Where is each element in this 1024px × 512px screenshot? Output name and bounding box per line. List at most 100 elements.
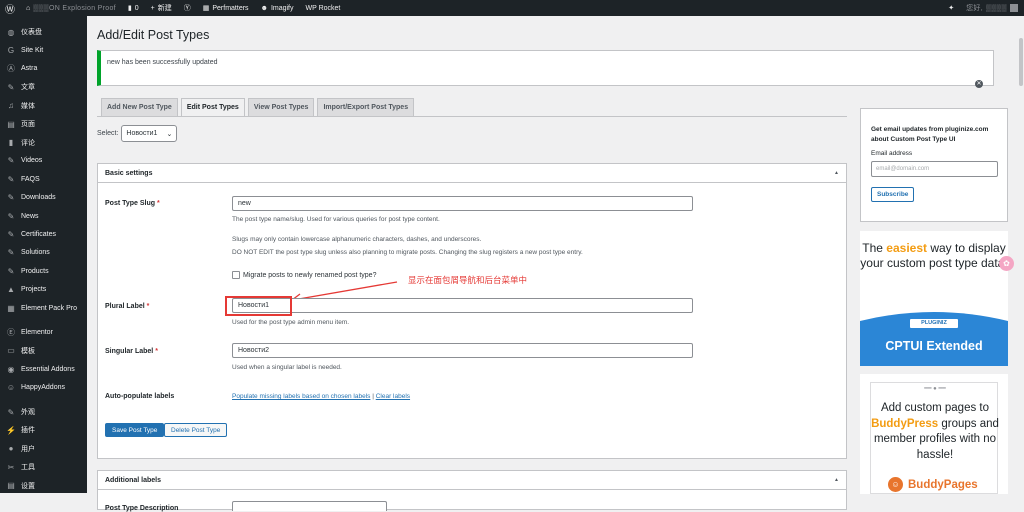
- pin-icon: ✎: [7, 266, 15, 276]
- sidebar-item[interactable]: ✎ 文章: [0, 78, 87, 96]
- populate-labels-link[interactable]: Populate missing labels based on chosen …: [232, 393, 370, 400]
- sidebar-item[interactable]: ● 用户: [0, 440, 87, 458]
- happyaddons-icon: ☺: [6, 383, 16, 393]
- sidebar-item-label: 工具: [21, 464, 35, 472]
- buddypages-logo-text: BuddyPages: [908, 478, 978, 491]
- ad1-wave-shape: [860, 312, 1008, 366]
- sidebar-item[interactable]: ✎ Products: [0, 262, 87, 280]
- sparkle-icon: ✦: [948, 5, 955, 12]
- auto-populate-links: Populate missing labels based on chosen …: [232, 393, 410, 400]
- singular-label-input[interactable]: Новости2: [232, 343, 693, 358]
- home-icon: ⌂: [26, 4, 31, 12]
- sidebar-item-label: 插件: [21, 427, 35, 435]
- post-type-select[interactable]: Новости1 ⌄: [121, 125, 178, 142]
- comments-link[interactable]: ▮ 0: [122, 0, 145, 16]
- sidebar-item[interactable]: ✎ 外观: [0, 403, 87, 421]
- sidebar-item[interactable]: ♫ 媒体: [0, 97, 87, 115]
- sidebar-item-label: 设置: [21, 482, 35, 490]
- sidebar-item-label: 模板: [21, 347, 35, 355]
- sidebar-item-label: 评论: [21, 139, 35, 147]
- sidebar-item[interactable]: ▲ Projects: [0, 280, 87, 298]
- select-value: Новости1: [126, 130, 158, 137]
- wordpress-logo-icon[interactable]: Ⓦ: [0, 0, 20, 16]
- page-icon: ▤: [7, 119, 15, 129]
- sidebar-item[interactable]: ▤ 设置: [0, 476, 87, 494]
- plural-label-text: Plural Label: [105, 303, 145, 310]
- sidebar-item[interactable]: ✎ FAQS: [0, 170, 87, 188]
- yoast-menu[interactable]: Ⓨ: [178, 0, 197, 16]
- account-menu[interactable]: 您好, ▒▒▒▒: [960, 0, 1024, 16]
- tab-add-new-post-type[interactable]: Add New Post Type: [101, 98, 178, 116]
- media-icon: ♫: [8, 101, 14, 111]
- description-input[interactable]: [232, 501, 387, 511]
- sidebar-item[interactable]: ⚡ 插件: [0, 421, 87, 439]
- scrollbar-thumb[interactable]: [1019, 38, 1023, 86]
- collapse-arrow-icon[interactable]: ▲: [834, 170, 839, 176]
- sidebar-item-label: 外观: [21, 409, 35, 416]
- basic-settings-header[interactable]: Basic settings ▲: [98, 164, 846, 183]
- sidebar-item[interactable]: ✎ Solutions: [0, 244, 87, 262]
- tab-view-post-types[interactable]: View Post Types: [247, 98, 315, 116]
- additional-labels-header[interactable]: Additional labels ▲: [98, 471, 846, 490]
- sidebar-item[interactable]: Ⓔ Elementor: [0, 323, 87, 341]
- migrate-checkbox-row[interactable]: Migrate posts to newly renamed post type…: [232, 271, 376, 279]
- sidebar-item[interactable]: ▮ 评论: [0, 133, 87, 151]
- sidebar-item[interactable]: ▤ 页面: [0, 115, 87, 133]
- sidebar-item-label: Element Pack Pro: [21, 304, 78, 312]
- basic-settings-title: Basic settings: [105, 169, 153, 177]
- buddypages-logo-icon: ☺: [888, 477, 903, 492]
- slug-input-value: new: [238, 200, 251, 207]
- sidebar-item[interactable]: ✎ Videos: [0, 152, 87, 170]
- new-content-menu[interactable]: + 新建: [145, 0, 178, 16]
- required-mark: *: [157, 200, 160, 207]
- sidebar-item-label: Solutions: [21, 249, 50, 257]
- ad2-frame: ━━ ● ━━ Add custom pages to BuddyPress g…: [870, 382, 999, 494]
- tab-edit-post-types[interactable]: Edit Post Types: [180, 98, 245, 116]
- sidebar-item[interactable]: G Site Kit: [0, 41, 87, 59]
- ad2-text: Add custom pages to BuddyPress groups an…: [871, 401, 999, 463]
- migrate-checkbox[interactable]: [232, 271, 240, 279]
- sidebar-item[interactable]: Ⓐ Astra: [0, 60, 87, 78]
- page-scrollbar[interactable]: [1018, 16, 1024, 493]
- sidebar-item[interactable]: ✂ 工具: [0, 458, 87, 476]
- slug-description: The post type name/slug. Used for variou…: [232, 216, 440, 223]
- plural-label-input[interactable]: Новости1: [232, 298, 693, 313]
- sidebar-item[interactable]: ◍ 仪表盘: [0, 23, 87, 41]
- ai-sparkle-button[interactable]: ✦: [942, 0, 960, 16]
- tab-import-export-post-types[interactable]: Import/Export Post Types: [317, 98, 415, 116]
- save-post-type-button[interactable]: Save Post Type: [105, 423, 165, 437]
- notice-text: new has been successfully updated: [107, 59, 218, 66]
- sidebar-item[interactable]: ✎ News: [0, 207, 87, 225]
- pluginize-badge: PLUGINIZ: [910, 319, 958, 328]
- site-home[interactable]: ⌂ ▒▒▒ON Explosion Proof: [20, 0, 122, 16]
- wp-rocket-menu[interactable]: WP Rocket: [300, 0, 347, 16]
- cptui-extended-ad[interactable]: The easiest way to display your custom p…: [860, 231, 1008, 366]
- plugin-icon: ⚡: [6, 425, 16, 435]
- delete-post-type-button[interactable]: Delete Post Type: [164, 423, 228, 437]
- floating-helper-icon[interactable]: ✿: [999, 256, 1014, 271]
- buddypages-logo: ☺ BuddyPages: [888, 477, 978, 492]
- pin-icon: ✎: [7, 248, 15, 258]
- slug-input[interactable]: new: [232, 196, 693, 211]
- sidebar-item-label: 用户: [21, 445, 35, 453]
- sidebar-item[interactable]: ☺ HappyAddons: [0, 378, 87, 396]
- sidebar-item[interactable]: ✎ Certificates: [0, 225, 87, 243]
- plural-label: Plural Label *: [105, 303, 149, 310]
- sidebar-item[interactable]: ▦ Element Pack Pro: [0, 299, 87, 317]
- sidebar-item[interactable]: ✎ Downloads: [0, 189, 87, 207]
- clear-labels-link[interactable]: Clear labels: [376, 393, 410, 400]
- subscribe-button[interactable]: Subscribe: [871, 187, 915, 202]
- imagify-menu[interactable]: ☻ Imagify: [255, 0, 300, 16]
- page-title: Add/Edit Post Types: [97, 28, 210, 42]
- collapse-arrow-icon[interactable]: ▲: [834, 477, 839, 483]
- dismiss-notice-icon[interactable]: ✕: [975, 80, 983, 88]
- email-input[interactable]: email@domain.com: [871, 161, 998, 177]
- ad2-highlight: BuddyPress: [871, 417, 939, 430]
- comment-icon: ▮: [8, 138, 14, 148]
- buddypages-ad[interactable]: ━━ ● ━━ Add custom pages to BuddyPress g…: [860, 374, 1008, 494]
- post-type-select-row: Select: Новости1 ⌄: [97, 125, 178, 142]
- sidebar-item[interactable]: ▭ 模板: [0, 342, 87, 360]
- sidebar-item[interactable]: ◉ Essential Addons: [0, 360, 87, 378]
- ad1-title: CPTUI Extended: [885, 339, 983, 353]
- perfmatters-menu[interactable]: ▦ Perfmatters: [197, 0, 255, 16]
